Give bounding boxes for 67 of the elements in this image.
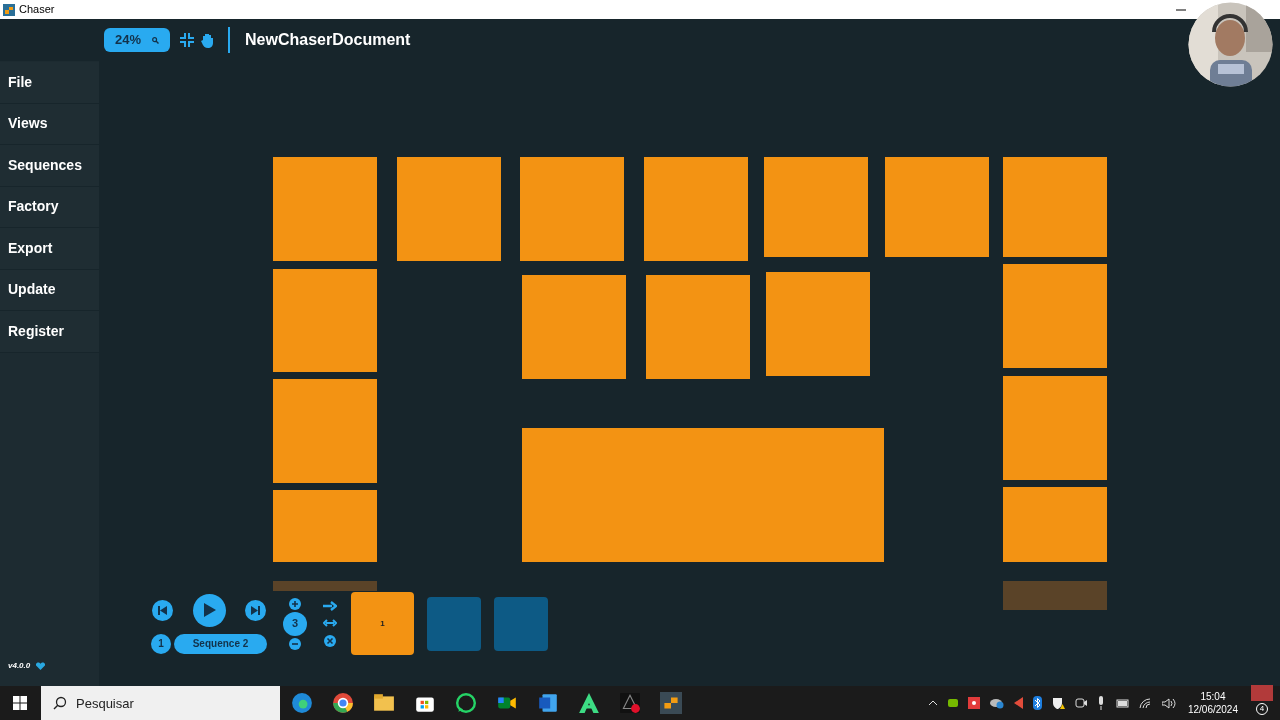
canvas-tile[interactable] — [644, 157, 748, 261]
microphone-icon[interactable] — [1096, 696, 1105, 710]
canvas-tile[interactable] — [885, 157, 989, 257]
zoom-control[interactable]: 24% — [104, 28, 170, 52]
canvas-tile[interactable] — [273, 490, 377, 562]
battery-icon[interactable] — [1114, 698, 1129, 708]
search-icon — [152, 36, 159, 44]
browser-icon[interactable] — [291, 692, 313, 714]
hand-icon[interactable] — [201, 32, 214, 48]
document-title: NewChaserDocument — [245, 30, 411, 50]
speaker-icon[interactable] — [1161, 697, 1176, 709]
next-button[interactable] — [245, 599, 266, 621]
search-icon — [53, 696, 67, 710]
sequence-number[interactable]: 1 — [151, 633, 171, 654]
triangle-app-icon[interactable] — [619, 692, 641, 714]
step-thumbnail[interactable] — [427, 596, 481, 651]
tray-app-icon[interactable] — [947, 698, 958, 708]
canvas-tile[interactable] — [522, 275, 626, 379]
canvas-tile[interactable] — [520, 157, 624, 261]
shield-icon[interactable] — [1051, 696, 1065, 710]
taskbar-search-field[interactable]: Pesquisar — [41, 686, 280, 720]
skip-forward-icon — [251, 605, 260, 615]
double-arrow-icon[interactable] — [323, 617, 337, 628]
canvas-tile[interactable] — [766, 272, 870, 376]
play-icon — [204, 603, 216, 617]
heart-icon[interactable] — [36, 662, 46, 670]
canvas-tile[interactable] — [1003, 157, 1107, 257]
canvas-tile[interactable] — [273, 379, 377, 483]
window-title: Chaser — [19, 2, 55, 18]
document-app-icon[interactable] — [537, 692, 559, 714]
canvas-tile[interactable] — [646, 275, 750, 379]
chat-icon[interactable] — [455, 692, 477, 714]
bluetooth-icon[interactable] — [1032, 696, 1042, 710]
windows-start-icon[interactable] — [13, 696, 27, 710]
play-button[interactable] — [192, 593, 226, 627]
step-thumbnail[interactable] — [494, 596, 548, 651]
canvas-tile[interactable] — [522, 428, 884, 562]
remove-icon[interactable] — [289, 637, 301, 650]
canvas-tile[interactable] — [1003, 264, 1107, 368]
triangle-app-icon[interactable] — [578, 692, 600, 714]
clock-time[interactable]: 15:04 — [1200, 690, 1226, 703]
app-logo-icon[interactable] — [660, 692, 682, 714]
canvas-tile[interactable] — [273, 269, 377, 372]
tray-app-icon[interactable] — [967, 697, 980, 709]
sequence-name-button[interactable]: Sequence 2 — [174, 633, 267, 654]
skip-back-icon — [158, 605, 167, 615]
canvas-tile[interactable] — [397, 157, 501, 261]
cloud-icon[interactable] — [989, 697, 1004, 709]
version-label: v4.0.0 — [8, 660, 31, 672]
browser-icon[interactable] — [332, 692, 354, 714]
step-thumbnail[interactable]: 1 — [351, 592, 414, 655]
canvas-tile[interactable] — [273, 157, 377, 261]
camera-icon[interactable] — [1074, 697, 1087, 709]
wifi-icon[interactable] — [1138, 697, 1152, 709]
canvas-tile[interactable] — [1003, 376, 1107, 480]
canvas-tile[interactable] — [764, 157, 868, 257]
chevron-up-icon[interactable] — [927, 700, 938, 706]
previous-button[interactable] — [152, 599, 173, 621]
fit-icon[interactable] — [180, 33, 194, 47]
step-count: 3 — [283, 611, 307, 636]
folder-icon[interactable] — [373, 692, 395, 714]
arrow-right-icon[interactable] — [323, 600, 337, 611]
add-icon[interactable] — [289, 597, 301, 610]
canvas-tile[interactable] — [1003, 487, 1107, 562]
clock-date[interactable]: 12/06/2024 — [1187, 703, 1238, 716]
app-logo-icon — [3, 3, 15, 16]
close-icon[interactable] — [324, 634, 336, 647]
